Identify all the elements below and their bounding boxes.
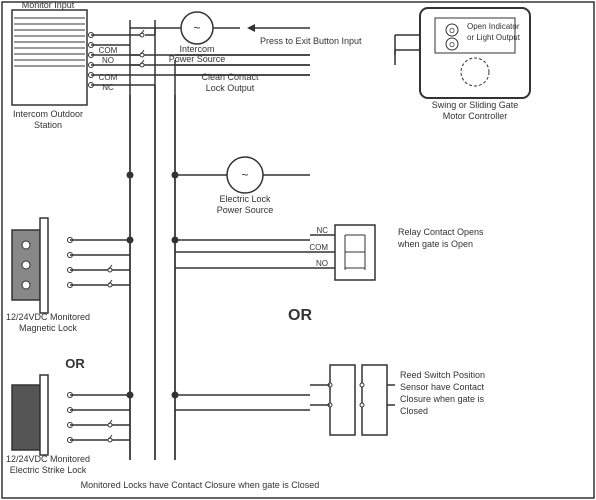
or-bottom-label: OR	[288, 307, 312, 324]
electric-strike-label2: Electric Strike Lock	[10, 465, 87, 475]
electric-strike-label: 12/24VDC Monitored	[6, 454, 90, 464]
com2-label: COM	[99, 73, 118, 82]
clean-contact-label: Clean Contact	[201, 72, 259, 82]
reed-switch-label: Reed Switch Position	[400, 370, 485, 380]
no-relay-label: NO	[316, 259, 328, 268]
magnetic-lock-label: 12/24VDC Monitored	[6, 312, 90, 322]
electric-lock-power-label: Electric Lock	[219, 194, 271, 204]
no-label: NO	[102, 56, 114, 65]
relay-contact-label2: when gate is Open	[397, 239, 473, 249]
intercom-power-label: Intercom	[179, 44, 214, 54]
or-top-label: OR	[65, 356, 85, 371]
monitor-input-label: Monitor Input	[22, 0, 75, 10]
svg-text:~: ~	[241, 168, 248, 182]
clean-contact-label2: Lock Output	[206, 83, 255, 93]
magnetic-lock-label2: Magnetic Lock	[19, 323, 78, 333]
nc-relay-label: NC	[316, 226, 328, 235]
open-indicator-label: Open Indicator	[467, 22, 520, 31]
press-to-exit-label: Press to Exit Button Input	[260, 36, 362, 46]
swing-gate-label2: Motor Controller	[443, 111, 508, 121]
wiring-diagram: Monitor Input Intercom Outdoor Station ~…	[0, 0, 596, 500]
svg-text:~: ~	[193, 21, 200, 35]
reed-switch-label4: Closed	[400, 406, 428, 416]
nc-label: NC	[102, 83, 114, 92]
intercom-outdoor-label: Intercom Outdoor	[13, 109, 83, 119]
electric-lock-power-label2: Power Source	[217, 205, 274, 215]
relay-contact-label: Relay Contact Opens	[398, 227, 484, 237]
com-label: COM	[99, 46, 118, 55]
com-relay-label: COM	[309, 243, 328, 252]
reed-switch-label2: Sensor have Contact	[400, 382, 485, 392]
monitored-locks-label: Monitored Locks have Contact Closure whe…	[81, 480, 320, 490]
reed-switch-label3: Closure when gate is	[400, 394, 485, 404]
svg-text:O: O	[449, 28, 455, 35]
svg-text:O: O	[449, 42, 455, 49]
open-indicator-label2: or Light Output	[467, 33, 521, 42]
swing-gate-label: Swing or Sliding Gate	[432, 100, 519, 110]
intercom-outdoor-label2: Station	[34, 120, 62, 130]
